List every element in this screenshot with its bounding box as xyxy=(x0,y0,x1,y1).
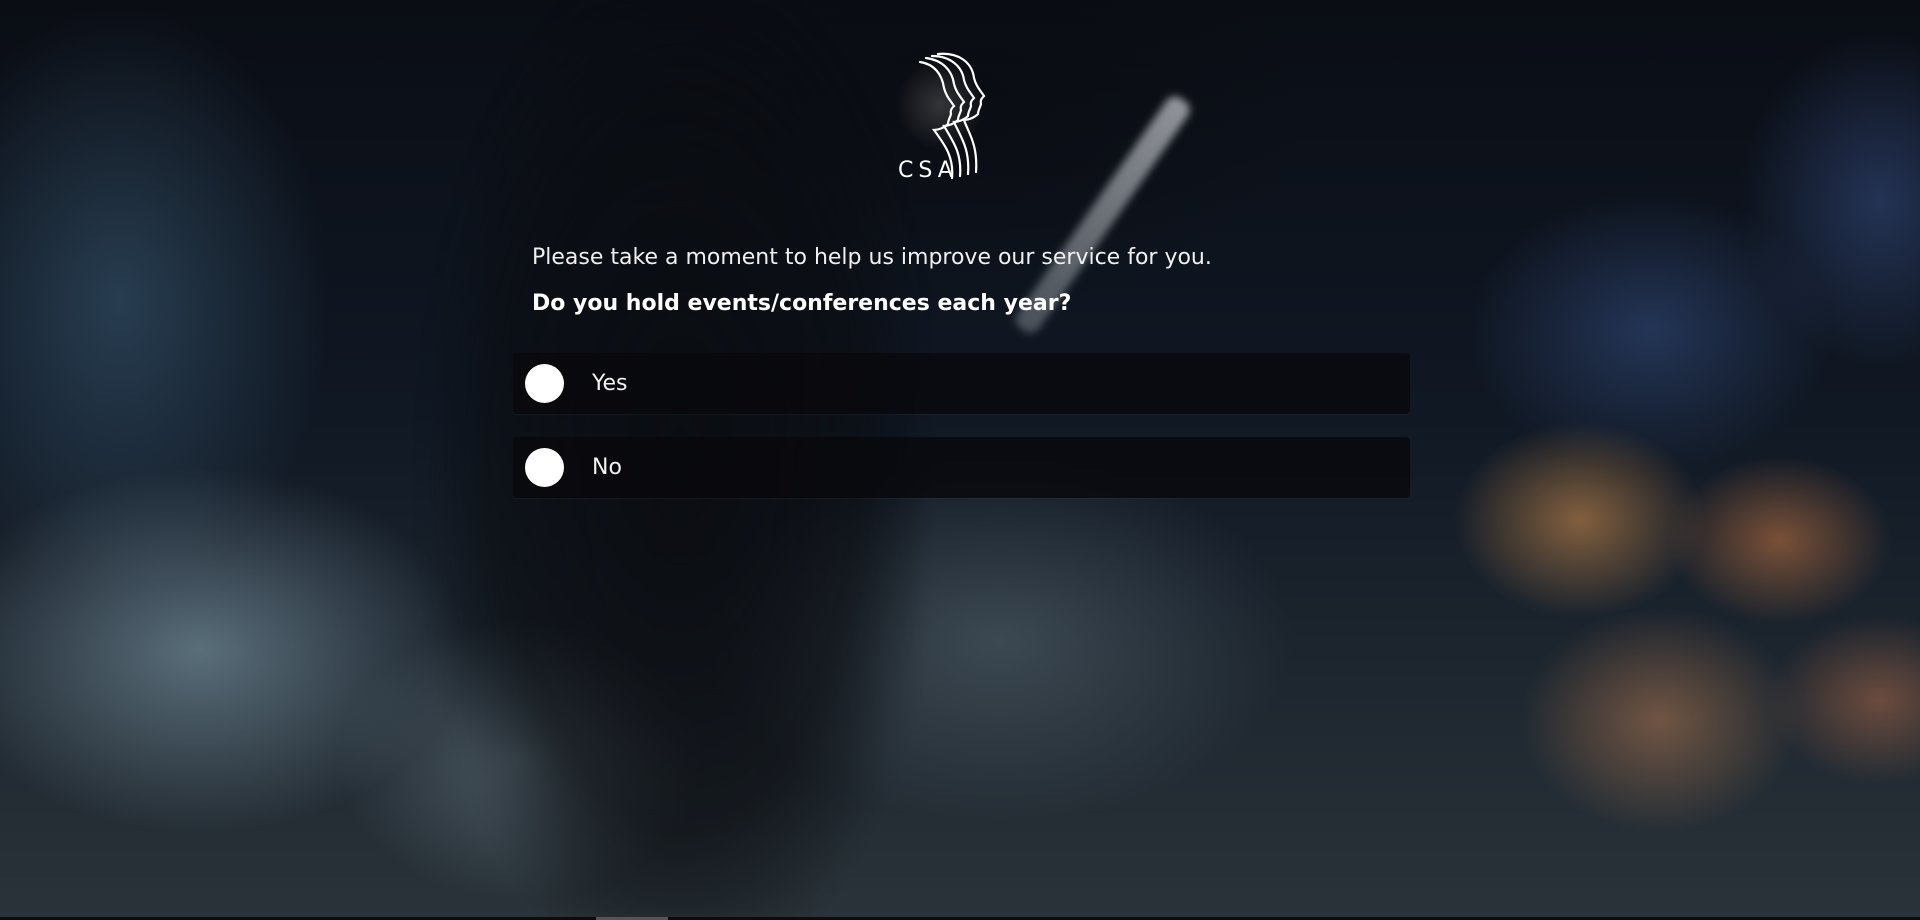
option-label-no: No xyxy=(592,455,622,480)
option-no[interactable]: No xyxy=(513,437,1410,498)
survey-page: CSA Please take a moment to help us impr… xyxy=(0,0,1920,920)
radio-button-yes[interactable] xyxy=(525,364,564,403)
survey-intro: Please take a moment to help us improve … xyxy=(532,245,1212,270)
survey-question: Do you hold events/conferences each year… xyxy=(532,291,1072,316)
option-yes[interactable]: Yes xyxy=(513,353,1410,414)
radio-button-no[interactable] xyxy=(525,448,564,487)
logo-text: CSA xyxy=(898,158,958,183)
option-label-yes: Yes xyxy=(592,371,628,396)
csa-logo: CSA xyxy=(898,52,986,183)
survey-header: Please take a moment to help us improve … xyxy=(532,244,1412,318)
answer-options: Yes No xyxy=(513,353,1410,521)
